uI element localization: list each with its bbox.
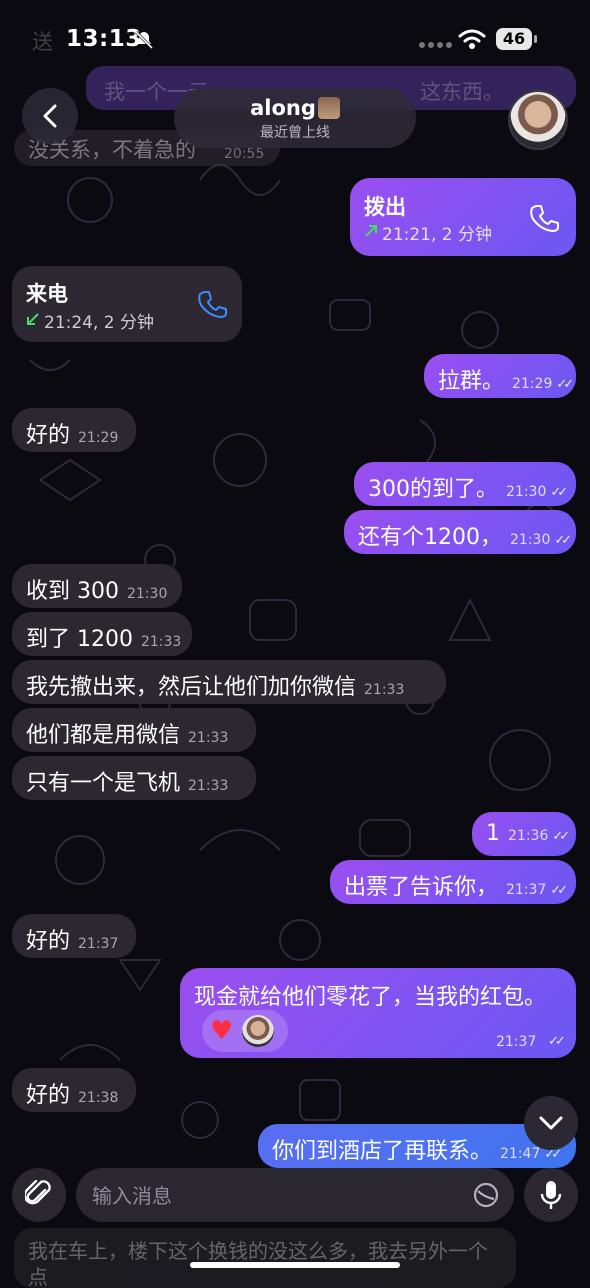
read-checks-icon: ✓✓ [554,533,572,548]
read-checks-icon: ✓✓ [552,829,570,844]
message-time: 21:30 [127,586,168,602]
message-time: 21:29 [512,376,553,392]
message-input[interactable] [90,1168,454,1224]
message-text: 我先撤出来，然后让他们加你微信 [26,675,357,700]
outgoing-message[interactable]: 300的到了。 21:30 ✓✓ [354,462,576,506]
message-time: 21:38 [78,1090,119,1106]
message-text: 好的 [26,423,71,448]
message-reactions[interactable]: ♥ [202,1010,288,1052]
incoming-message[interactable]: 好的 21:37 [12,914,136,958]
message-time: 21:33 [140,634,182,650]
chat-title-pill[interactable]: along 最近曾上线 [174,88,416,148]
message-time: 21:37 [78,936,119,952]
call-in-message[interactable]: 来电 21:24, 2 分钟 [12,266,242,342]
incoming-message[interactable]: 好的 21:38 [12,1068,136,1112]
message-text: 收到 300 [26,579,119,604]
message-text: 到了 1200 [26,627,133,652]
message-time: 21:33 [364,682,405,698]
message-text: 他们都是用微信 [26,723,181,748]
call-in-title: 来电 [26,282,68,306]
call-in-arrow-icon [27,313,39,325]
message-input-wrapper [76,1168,514,1224]
ghost-text-top-left: 送 [32,30,53,54]
incoming-message[interactable]: 他们都是用微信 21:33 [12,708,256,752]
microphone-icon [540,1181,562,1209]
read-checks-icon: ✓✓ [548,1034,566,1049]
outgoing-message[interactable]: 拉群。 21:29 ✓✓ [424,354,576,398]
message-text: 出票了告诉你， [344,875,499,900]
message-time: 21:30 [510,532,551,548]
home-indicator [190,1262,400,1268]
ghost-text-top-right-end: 这东西。 [420,80,504,104]
message-time: 21:36 [508,828,549,844]
heart-reaction-icon[interactable]: ♥ [210,1015,233,1047]
contact-emoji-icon [317,97,340,119]
outgoing-message[interactable]: 1 21:36 ✓✓ [472,812,576,856]
battery-level: 46 [496,28,532,50]
paperclip-icon [25,1180,51,1205]
bell-muted-icon [134,30,154,50]
status-time: 13:13 [66,26,142,52]
back-button[interactable] [22,88,78,144]
message-text: 好的 [26,929,71,954]
outgoing-message[interactable]: 出票了告诉你， 21:37 ✓✓ [330,860,576,904]
message-text: 拉群。 [438,369,505,394]
message-time: 21:33 [188,730,229,746]
contact-name-row: along [174,96,416,120]
message-text: 300的到了。 [368,477,498,502]
call-in-detail: 21:24, 2 分钟 [44,313,155,333]
ghost-time-behind: 20:55 [224,146,265,162]
call-out-title: 拨出 [364,195,406,219]
message-time: 21:29 [78,430,119,446]
outgoing-message[interactable]: 还有个1200， 21:30 ✓✓ [344,510,576,554]
call-out-arrow-icon [365,225,377,237]
read-checks-icon: ✓✓ [550,485,568,500]
signal-dots-icon [419,42,452,48]
scroll-to-bottom-button[interactable] [524,1096,578,1150]
contact-name: along [250,96,316,120]
read-checks-icon: ✓✓ [556,377,574,392]
message-time: 21:37 [506,882,547,898]
read-checks-icon: ✓✓ [550,883,568,898]
message-text: 现金就给他们零花了，当我的红包。 [194,985,547,1010]
incoming-message[interactable]: 收到 300 21:30 [12,564,182,608]
wifi-icon [458,29,486,49]
message-text: 好的 [26,1083,71,1108]
incoming-message[interactable]: 只有一个是飞机 21:33 [12,756,256,800]
message-time: 21:37 [496,1034,537,1050]
incoming-message[interactable]: 到了 1200 21:33 [12,612,192,656]
incoming-message[interactable]: 我先撤出来，然后让他们加你微信 21:33 [12,660,446,704]
message-time: 21:33 [188,778,229,794]
phone-icon[interactable] [196,288,228,320]
contact-avatar[interactable] [508,90,568,150]
phone-icon[interactable] [528,202,560,234]
call-out-message[interactable]: 拨出 21:21, 2 分钟 [350,178,576,256]
message-text: 1 [486,821,500,846]
contact-status: 最近曾上线 [260,125,330,141]
chevron-left-icon [43,104,57,128]
chevron-down-icon [539,1116,563,1130]
message-time: 21:30 [506,484,547,500]
voice-record-button[interactable] [524,1168,578,1222]
sticker-icon[interactable] [472,1181,500,1209]
message-text: 只有一个是飞机 [26,771,181,796]
draft-preview: 我在车上，楼下这个换钱的没这么多，我去另外一个点 [14,1228,516,1288]
reactor-avatar [242,1015,274,1047]
incoming-message[interactable]: 好的 21:29 [12,408,136,452]
composer-bar [0,1160,590,1230]
call-out-detail: 21:21, 2 分钟 [382,225,493,245]
battery-nub [534,35,537,43]
attach-button[interactable] [12,1168,66,1222]
message-text: 还有个1200， [358,525,502,550]
